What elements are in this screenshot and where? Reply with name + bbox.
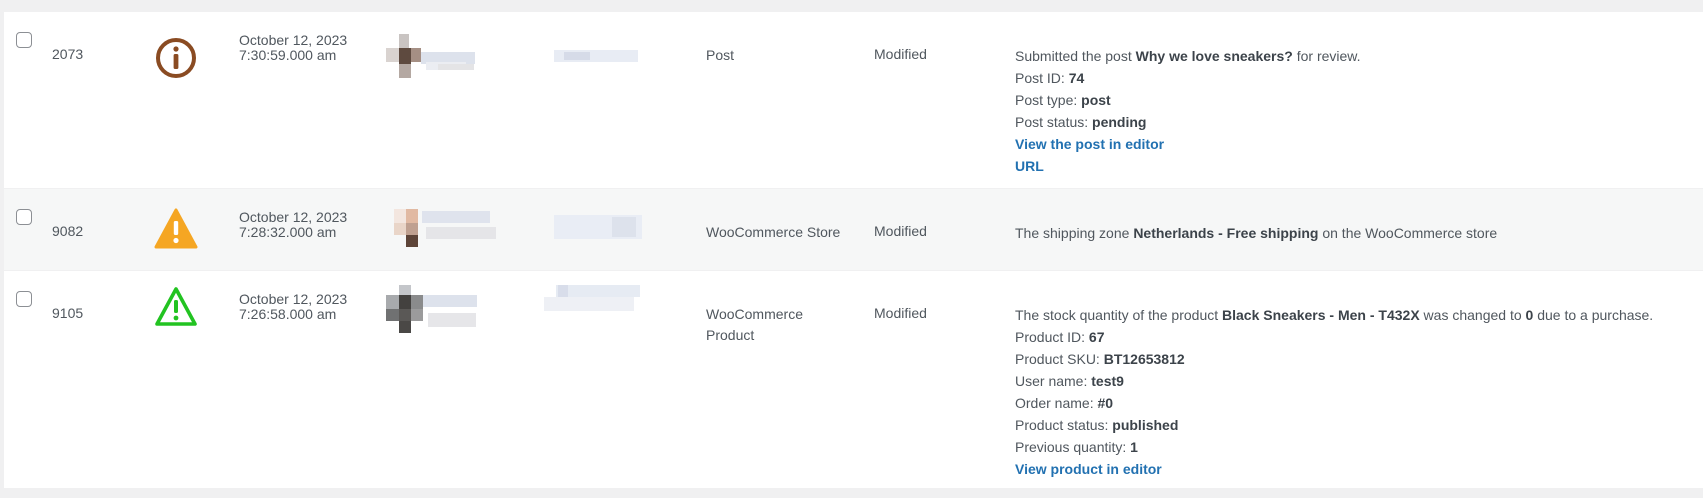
event-time: 7:30:59.000 am — [239, 47, 337, 63]
message-text: on the WooCommerce store — [1318, 225, 1498, 241]
product-id-label: Product ID: — [1015, 329, 1089, 345]
post-type-value: post — [1081, 92, 1111, 108]
event-message: Submitted the post Why we love sneakers?… — [1015, 45, 1695, 177]
message-text: was changed to — [1419, 307, 1526, 323]
product-status-value: published — [1112, 417, 1179, 433]
table-row: 2073 October 12, 2023 7:30:59.000 am Pos… — [4, 12, 1703, 189]
event-id: 9082 — [52, 223, 84, 239]
event-id: 9105 — [52, 305, 84, 321]
view-product-in-editor-link[interactable]: View product in editor — [1015, 458, 1695, 480]
user-avatar-blurred — [394, 209, 496, 247]
event-id: 2073 — [52, 46, 84, 62]
event-type: Modified — [874, 46, 927, 62]
event-time: 7:26:58.000 am — [239, 306, 337, 322]
warning-outline-icon — [155, 287, 197, 326]
product-sku-value: BT12653812 — [1103, 351, 1185, 367]
activity-log-table: 2073 October 12, 2023 7:30:59.000 am Pos… — [4, 12, 1703, 489]
table-row: 9082 October 12, 2023 7:28:32.000 am Woo… — [4, 189, 1703, 271]
event-datetime: October 12, 2023 7:28:32.000 am — [239, 210, 347, 240]
row-checkbox[interactable] — [16, 32, 32, 48]
event-datetime: October 12, 2023 7:26:58.000 am — [239, 292, 347, 322]
post-url-link[interactable]: URL — [1015, 155, 1695, 177]
product-status-label: Product status: — [1015, 417, 1113, 433]
row-checkbox[interactable] — [16, 291, 32, 307]
object-type-line: Product — [706, 327, 755, 343]
message-text: Submitted the post — [1015, 48, 1136, 64]
user-name-label: User name: — [1015, 373, 1092, 389]
user-role-blurred — [554, 215, 642, 239]
object-type: Post — [706, 47, 735, 63]
post-status-value: pending — [1092, 114, 1147, 130]
product-name: Black Sneakers - Men - T432X — [1222, 307, 1420, 323]
event-message: The shipping zone Netherlands - Free shi… — [1015, 222, 1695, 244]
event-message: The stock quantity of the product Black … — [1015, 304, 1695, 480]
post-status-label: Post status: — [1015, 114, 1093, 130]
row-checkbox[interactable] — [16, 209, 32, 225]
event-time: 7:28:32.000 am — [239, 224, 337, 240]
user-avatar-blurred — [386, 34, 475, 78]
event-datetime: October 12, 2023 7:30:59.000 am — [239, 33, 347, 63]
event-type: Modified — [874, 223, 927, 239]
event-date: October 12, 2023 — [239, 32, 348, 48]
message-text: The shipping zone — [1015, 225, 1134, 241]
previous-quantity-value: 1 — [1130, 439, 1138, 455]
object-type-line: WooCommerce — [706, 306, 803, 322]
user-name-value: test9 — [1091, 373, 1124, 389]
post-type-label: Post type: — [1015, 92, 1082, 108]
user-role-blurred — [544, 285, 640, 311]
info-icon — [156, 38, 196, 78]
warning-filled-icon — [154, 208, 198, 249]
post-title: Why we love sneakers? — [1135, 48, 1293, 64]
message-text: The stock quantity of the product — [1015, 307, 1223, 323]
product-id-value: 67 — [1088, 329, 1105, 345]
order-name-label: Order name: — [1015, 395, 1098, 411]
post-id-value: 74 — [1068, 70, 1085, 86]
message-text: for review. — [1292, 48, 1361, 64]
table-row: 9105 October 12, 2023 7:26:58.000 am Woo… — [4, 271, 1703, 489]
previous-quantity-label: Previous quantity: — [1015, 439, 1131, 455]
object-type: WooCommerce Product — [706, 304, 803, 346]
product-sku-label: Product SKU: — [1015, 351, 1104, 367]
order-name-value: #0 — [1097, 395, 1114, 411]
message-text: due to a purchase. — [1533, 307, 1654, 323]
user-role-blurred — [554, 50, 638, 62]
post-id-label: Post ID: — [1015, 70, 1069, 86]
shipping-zone-name: Netherlands - Free shipping — [1133, 225, 1319, 241]
event-date: October 12, 2023 — [239, 209, 348, 225]
event-date: October 12, 2023 — [239, 291, 348, 307]
event-type: Modified — [874, 305, 927, 321]
user-avatar-blurred — [386, 285, 477, 333]
object-type: WooCommerce Store — [706, 224, 841, 240]
view-post-in-editor-link[interactable]: View the post in editor — [1015, 133, 1695, 155]
